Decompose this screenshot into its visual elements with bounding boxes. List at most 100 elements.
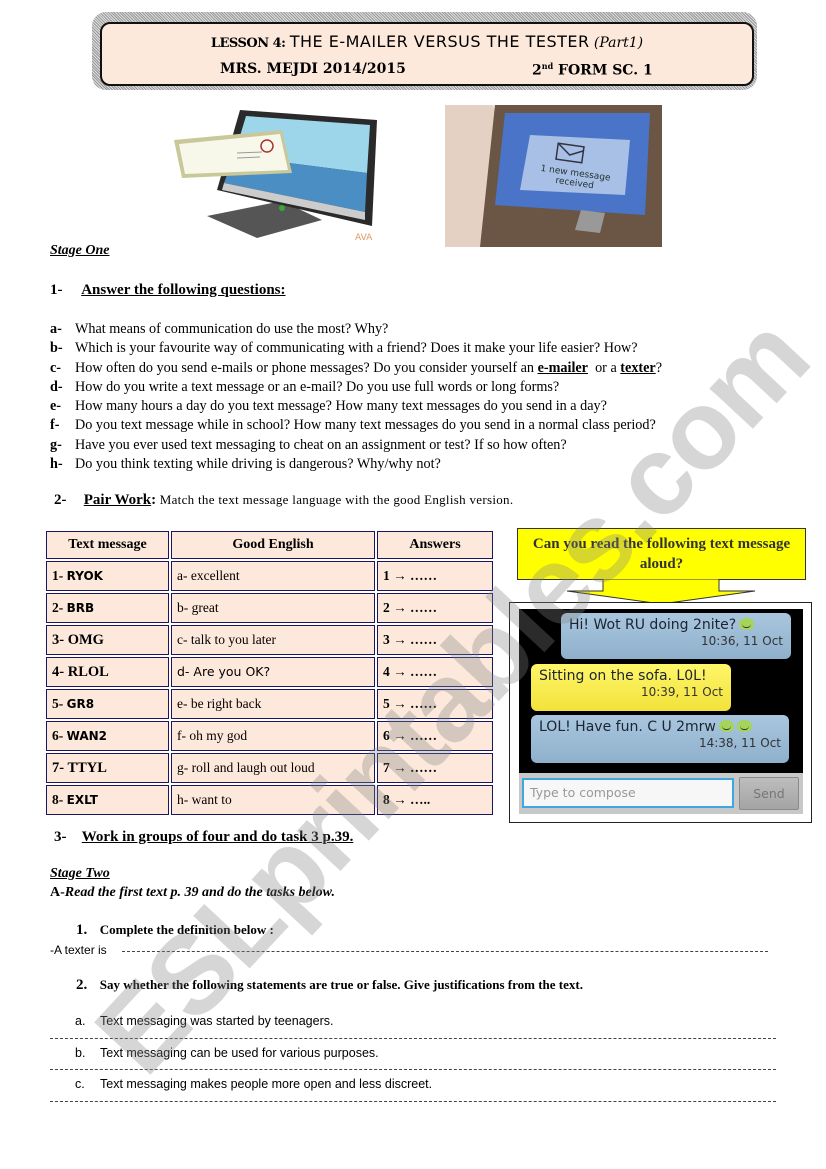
statement-text: Text messaging makes people more open an… [100,1077,433,1091]
message-timestamp: 10:39, 11 Oct [640,685,723,699]
question-label: c- [50,359,62,376]
task-2-heading: 2. Say whether the following statements … [76,977,583,994]
answer-line[interactable] [50,1038,776,1040]
text-message-cell: 2- BRB [46,593,169,623]
question-1-heading: 1- Answer the following questions: [50,282,286,299]
row-number: 3- [52,631,68,648]
answer-line[interactable] [50,1069,776,1071]
abbreviation: GR8 [66,697,95,711]
power-light-icon [279,205,285,211]
phone-message-image: 1 new message received [445,105,662,247]
statement-item: a. Text messaging was started by teenager… [75,1014,333,1028]
lesson-label: LESSON 4: [210,36,286,51]
question-item: b- Which is your favourite way of communi… [50,339,662,358]
task-1-heading: 1. Complete the definition below : [76,922,274,939]
text-message-cell: 4- RLOL [46,657,169,687]
message-timestamp: 10:36, 11 Oct [700,634,783,648]
message-bubble: Hi! Wot RU doing 2nite? 10:36, 11 Oct [561,613,791,659]
question-item: d- How do you write a text message or an … [50,378,662,397]
question-item: a- What means of communication do use the… [50,320,662,339]
question-item: c- How often do you send e-mails or phone… [50,359,662,378]
teacher-name: MRS. MEJDI 2014/2015 [220,61,406,77]
stage-two-label: Stage Two [50,866,110,881]
class-name: 2nd FORM SC. 1 [532,61,653,79]
answer-cell[interactable]: 7 → …… [377,753,493,783]
abbreviation: OMG [67,631,104,648]
pair-work-table: Text message Good English Answers 1- RYO… [44,529,495,817]
statement-item: b. Text messaging can be used for various… [75,1046,379,1060]
good-english-cell: g- roll and laugh out loud [171,753,375,783]
term-texter: texter [620,359,656,376]
smiley-icon [739,618,755,630]
question-text: Which is your favourite way of communica… [75,340,638,357]
answer-cell[interactable]: 1 → …… [377,561,493,591]
answer-line[interactable] [122,951,768,953]
question-item: g- Have you ever used text messaging to c… [50,436,662,455]
table-row: 2- BRB b- great 2 → …… [46,593,493,623]
smiley-icon [736,720,752,732]
lesson-header: LESSON 4: THE E-MAILER VERSUS THE TESTER… [100,22,754,86]
question-text: Have you ever used text messaging to che… [75,436,567,453]
question-text: What means of communication do use the m… [75,321,389,337]
term-emailer: e-mailer [537,359,588,376]
answer-cell[interactable]: 2 → …… [377,593,493,623]
row-number: 8- [52,792,67,807]
question-3-number: 3- [54,829,67,845]
english-text: b- great [177,600,219,615]
lesson-title: LESSON 4: THE E-MAILER VERSUS THE TESTER… [102,32,752,52]
compose-bar: Type to compose Send [519,773,803,814]
answer-line[interactable] [50,1101,776,1103]
ava-logo: AVA [355,233,373,243]
table-row: 3- OMG c- talk to you later 3 → …… [46,625,493,655]
header-good-english: Good English [171,531,375,559]
message-text: LOL! Have fun. C U 2mrw [539,719,716,735]
row-number: 6- [52,728,67,743]
table-row: 1- RYOK a- excellent 1 → …… [46,561,493,591]
chat-screen: Hi! Wot RU doing 2nite? 10:36, 11 Oct Si… [519,609,803,814]
header-text-message: Text message [46,531,169,559]
question-text: How do you write a text message or an e-… [75,378,560,395]
message-line: Hi! Wot RU doing 2nite? [569,617,783,633]
text-message-cell: 7- TTYL [46,753,169,783]
table-row: 5- GR8 e- be right back 5 → …… [46,689,493,719]
abbreviation: RYOK [66,569,103,583]
good-english-cell: c- talk to you later [171,625,375,655]
callout-box: Can you read the following text message … [517,528,806,580]
statement-label: b. [75,1046,86,1060]
good-english-cell: d- Are you OK? [171,657,375,687]
answer-cell[interactable]: 5 → …… [377,689,493,719]
question-2-title: Pair Work [83,492,152,508]
class-form: FORM SC. 1 [558,62,653,79]
question-text: or a [587,359,621,376]
good-english-cell: a- excellent [171,561,375,591]
row-number: 5- [52,696,67,711]
task-2-number: 2. [76,977,88,993]
question-text: How often do you send e-mails or phone m… [75,359,538,376]
stage-one-label: Stage One [50,243,110,258]
computer-email-image: AVA [174,110,377,243]
row-number: 1- [52,568,67,583]
good-english-cell: b- great [171,593,375,623]
answer-cell[interactable]: 6 → …… [377,721,493,751]
table-row: 8- EXLT h- want to 8 → ….. [46,785,493,815]
table-row: 6- WAN2 f- oh my god 6 → …… [46,721,493,751]
question-text: Do you text message while in school? How… [75,417,656,434]
compose-input[interactable]: Type to compose [522,778,734,808]
answer-cell[interactable]: 8 → ….. [377,785,493,815]
answer-cell[interactable]: 3 → …… [377,625,493,655]
answer-cell[interactable]: 4 → …… [377,657,493,687]
english-text: a- excellent [177,568,240,583]
message-text: Hi! Wot RU doing 2nite? [569,617,737,633]
lesson-title-text: THE E-MAILER VERSUS THE TESTER [289,32,590,51]
question-1-title: Answer the following questions: [81,282,286,298]
smiley-icon [718,720,734,732]
question-text: ? [655,359,663,376]
phone-illustration: 1 new message received [445,105,662,247]
question-label: g- [50,436,62,453]
send-button[interactable]: Send [739,777,799,810]
chat-screenshot: Hi! Wot RU doing 2nite? 10:36, 11 Oct Si… [509,602,812,823]
message-text: Sitting on the sofa. L0L! [539,668,707,684]
table-row: 7- TTYL g- roll and laugh out loud 7 → …… [46,753,493,783]
row-number: 2- [52,600,67,615]
header-answers: Answers [377,531,493,559]
